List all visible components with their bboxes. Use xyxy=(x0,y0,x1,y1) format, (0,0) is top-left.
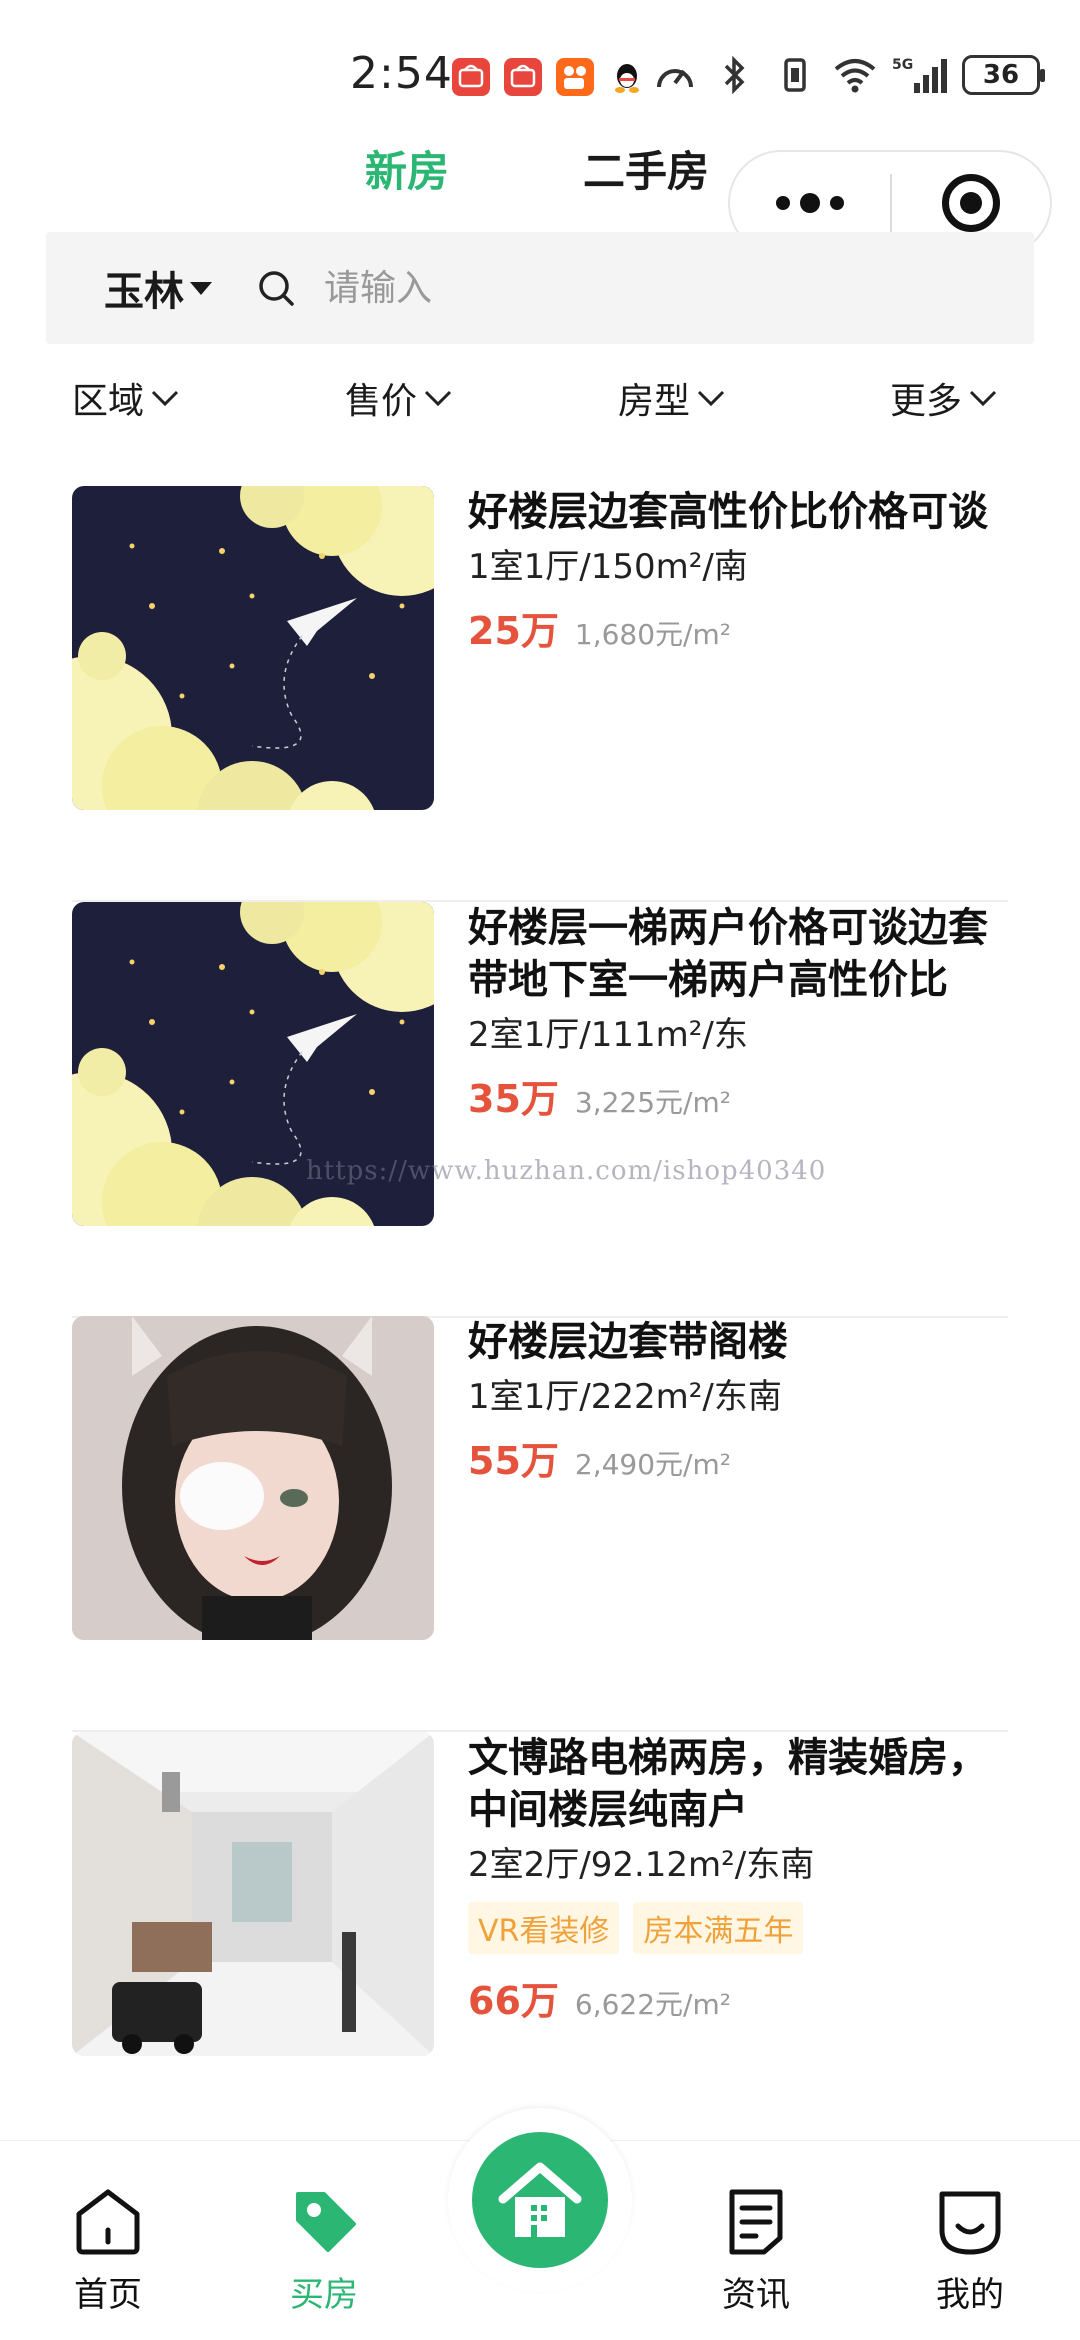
battery-indicator: 36 xyxy=(962,55,1045,95)
filter-district[interactable]: 区域 xyxy=(72,372,180,424)
listing-item[interactable]: 好楼层边套高性价比价格可谈 1室1厅/150m²/南 25万 1,680元/m² xyxy=(72,486,1008,902)
listing-image xyxy=(72,1732,434,2056)
listing-title: 好楼层一梯两户价格可谈边套带地下室一梯两户高性价比 xyxy=(468,905,988,1003)
search-icon xyxy=(256,268,296,308)
vibrate-icon xyxy=(772,55,818,95)
nav-buy-house[interactable]: 买房 xyxy=(264,2183,384,2316)
more-dots-icon xyxy=(830,196,844,210)
listing-title: 好楼层边套高性价比价格可谈 xyxy=(468,489,988,535)
tab-new-house[interactable]: 新房 xyxy=(365,138,449,199)
status-bar: 2:54 5G 36 xyxy=(0,0,1080,140)
filter-price[interactable]: 售价 xyxy=(345,372,453,424)
wifi-icon xyxy=(832,55,878,95)
huawei-store-icon xyxy=(504,58,542,96)
listing-title: 文博路电梯两房，精装婚房，中间楼层纯南户 xyxy=(468,1735,988,1833)
listing-spec: 1室1厅/222m²/东南 xyxy=(468,1377,782,1417)
nav-home[interactable]: 首页 xyxy=(48,2183,168,2316)
speed-icon xyxy=(652,55,698,95)
listing-unit-price: 6,622元/m² xyxy=(574,1988,731,2021)
status-time: 2:54 xyxy=(350,48,453,99)
listing-unit-price: 2,490元/m² xyxy=(574,1448,731,1481)
profile-icon xyxy=(910,2183,1030,2261)
kuaishou-icon xyxy=(556,58,594,96)
listing-title: 好楼层边套带阁楼 xyxy=(468,1319,788,1365)
home-icon xyxy=(48,2183,168,2261)
tag-five-years: 房本满五年 xyxy=(633,1902,804,1954)
listing-price: 35万 xyxy=(468,1077,559,1121)
listing-item[interactable]: 文博路电梯两房，精装婚房，中间楼层纯南户 2室2厅/92.12m²/东南 VR看… xyxy=(72,1732,1008,2148)
nav-profile[interactable]: 我的 xyxy=(910,2183,1030,2316)
listing-item[interactable]: 好楼层边套带阁楼 1室1厅/222m²/东南 55万 2,490元/m² xyxy=(72,1316,1008,1732)
listing-unit-price: 3,225元/m² xyxy=(574,1086,731,1119)
listing-image xyxy=(72,486,434,810)
chevron-down-icon xyxy=(969,390,997,407)
listing-price: 25万 xyxy=(468,609,559,653)
nav-news[interactable]: 资讯 xyxy=(696,2183,816,2316)
center-house-button[interactable] xyxy=(472,2132,608,2268)
nav-label: 买房 xyxy=(290,2275,358,2315)
status-indicators: 5G 36 xyxy=(652,52,1045,98)
listing-spec: 1室1厅/150m²/南 xyxy=(468,547,748,587)
chevron-down-icon xyxy=(151,390,179,407)
watermark: https://www.huzhan.com/ishop40340 xyxy=(306,1156,827,1186)
tag-vr: VR看装修 xyxy=(468,1902,620,1954)
chevron-down-icon xyxy=(424,390,452,407)
filter-layout[interactable]: 房型 xyxy=(618,372,726,424)
house-fab-icon xyxy=(498,2162,582,2237)
caret-down-icon xyxy=(190,281,212,295)
listing-image xyxy=(72,1316,434,1640)
filter-bar: 区域 售价 房型 更多 xyxy=(0,372,1080,432)
filter-label: 区域 xyxy=(72,381,145,422)
qq-icon xyxy=(608,58,646,96)
nav-label: 我的 xyxy=(936,2275,1004,2315)
svg-text:5G: 5G xyxy=(892,57,913,73)
search-input[interactable] xyxy=(324,267,924,309)
listing-spec: 2室1厅/111m²/东 xyxy=(468,1015,748,1055)
city-selector[interactable]: 玉林 xyxy=(104,259,212,317)
chevron-down-icon xyxy=(697,390,725,407)
listing-price: 55万 xyxy=(468,1439,559,1483)
more-dots-icon xyxy=(800,193,820,213)
listing-item[interactable]: 好楼层一梯两户价格可谈边套带地下室一梯两户高性价比 2室1厅/111m²/东 3… xyxy=(72,902,1008,1318)
listing-spec: 2室2厅/92.12m²/东南 xyxy=(468,1845,815,1885)
price-tag-icon xyxy=(264,2183,384,2261)
bluetooth-icon xyxy=(712,55,758,95)
target-close-icon xyxy=(942,174,1000,232)
news-icon xyxy=(696,2183,816,2261)
filter-more[interactable]: 更多 xyxy=(890,372,998,424)
filter-label: 售价 xyxy=(345,381,418,422)
nav-label: 资讯 xyxy=(722,2275,790,2315)
tab-second-hand-house[interactable]: 二手房 xyxy=(583,138,709,199)
5g-signal-icon: 5G xyxy=(892,55,948,95)
listing-unit-price: 1,680元/m² xyxy=(574,618,731,651)
listing-price: 66万 xyxy=(468,1979,559,2023)
huawei-store-icon xyxy=(452,58,490,96)
nav-label: 首页 xyxy=(74,2275,142,2315)
listing-tags: VR看装修 房本满五年 xyxy=(468,1902,1008,1954)
search-bar: 玉林 xyxy=(46,232,1034,344)
more-dots-icon xyxy=(776,196,790,210)
city-label: 玉林 xyxy=(104,269,184,315)
filter-label: 房型 xyxy=(618,381,691,422)
filter-label: 更多 xyxy=(890,381,963,422)
